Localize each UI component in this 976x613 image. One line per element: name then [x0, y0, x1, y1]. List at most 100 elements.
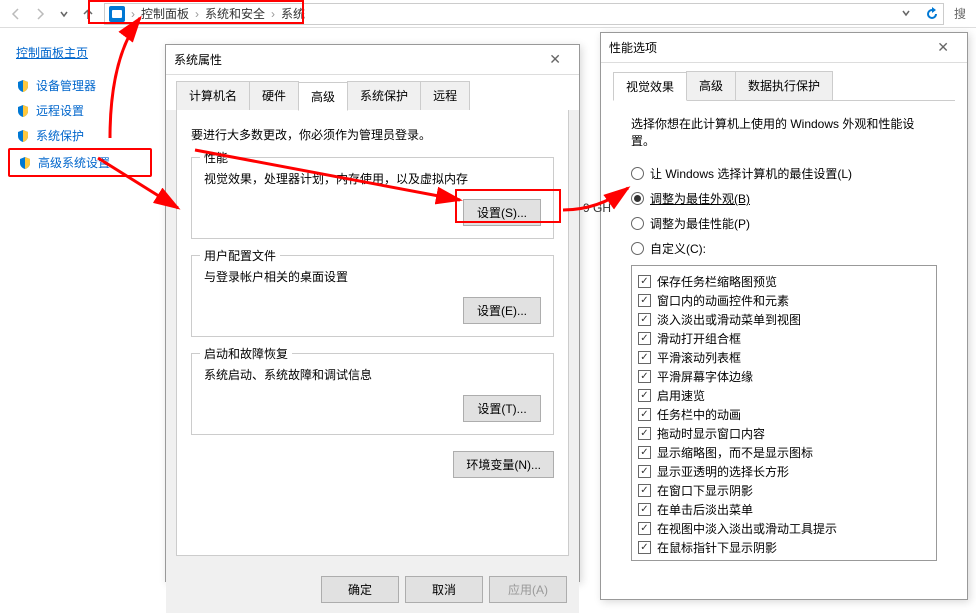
- breadcrumb-dropdown[interactable]: [895, 7, 917, 21]
- sidebar-item-device-manager[interactable]: 设备管理器: [8, 73, 152, 98]
- check-item[interactable]: 保存任务栏缩略图预览: [638, 272, 930, 291]
- user-profiles-settings-button[interactable]: 设置(E)...: [463, 297, 541, 324]
- intro-text: 选择你想在此计算机上使用的 Windows 外观和性能设置。: [631, 115, 937, 149]
- checkbox-icon: [638, 351, 651, 364]
- forward-button[interactable]: [28, 2, 52, 26]
- back-button[interactable]: [4, 2, 28, 26]
- radio-icon: [631, 192, 644, 205]
- up-button[interactable]: [76, 2, 100, 26]
- check-label: 在窗口下显示阴影: [657, 482, 753, 499]
- radio-let-windows-choose[interactable]: 让 Windows 选择计算机的最佳设置(L): [631, 165, 937, 182]
- sidebar: 控制面板主页 设备管理器 远程设置 系统保护 高级系统设置: [0, 28, 160, 189]
- tab-content: 选择你想在此计算机上使用的 Windows 外观和性能设置。 让 Windows…: [613, 100, 955, 575]
- check-item[interactable]: 平滑滚动列表框: [638, 348, 930, 367]
- recent-dropdown[interactable]: [52, 2, 76, 26]
- checkbox-icon: [638, 522, 651, 535]
- close-button[interactable]: ✕: [927, 39, 959, 56]
- check-item[interactable]: 在鼠标指针下显示阴影: [638, 538, 930, 557]
- radio-best-appearance[interactable]: 调整为最佳外观(B): [631, 190, 937, 207]
- environment-variables-button[interactable]: 环境变量(N)...: [453, 451, 554, 478]
- check-item[interactable]: 在桌面上为图标标签使用阴影: [638, 557, 930, 561]
- effects-checklist: 保存任务栏缩略图预览窗口内的动画控件和元素淡入淡出或滑动菜单到视图滑动打开组合框…: [631, 265, 937, 561]
- tab-computer-name[interactable]: 计算机名: [176, 81, 250, 110]
- ok-button[interactable]: 确定: [321, 576, 399, 603]
- tab-dep[interactable]: 数据执行保护: [735, 71, 833, 100]
- check-item[interactable]: 在窗口下显示阴影: [638, 481, 930, 500]
- refresh-button[interactable]: [921, 3, 943, 25]
- group-desc: 系统启动、系统故障和调试信息: [204, 366, 541, 383]
- check-label: 淡入淡出或滑动菜单到视图: [657, 311, 801, 328]
- radio-icon: [631, 217, 644, 230]
- check-item[interactable]: 显示缩略图，而不是显示图标: [638, 443, 930, 462]
- breadcrumb[interactable]: › 控制面板 › 系统和安全 › 系统: [104, 3, 944, 25]
- control-panel-home-link[interactable]: 控制面板主页: [8, 40, 152, 65]
- check-item[interactable]: 在单击后淡出菜单: [638, 500, 930, 519]
- check-label: 保存任务栏缩略图预览: [657, 273, 777, 290]
- checkbox-icon: [638, 313, 651, 326]
- checkbox-icon: [638, 408, 651, 421]
- chevron-right-icon: ›: [129, 7, 137, 21]
- tab-advanced[interactable]: 高级: [298, 82, 348, 111]
- radio-icon: [631, 242, 644, 255]
- check-item[interactable]: 淡入淡出或滑动菜单到视图: [638, 310, 930, 329]
- check-item[interactable]: 平滑屏幕字体边缘: [638, 367, 930, 386]
- sidebar-item-system-protection[interactable]: 系统保护: [8, 123, 152, 148]
- breadcrumb-item[interactable]: 系统和安全: [201, 5, 269, 22]
- intro-text: 要进行大多数更改，你必须作为管理员登录。: [191, 126, 554, 143]
- performance-options-dialog: 性能选项 ✕ 视觉效果 高级 数据执行保护 选择你想在此计算机上使用的 Wind…: [600, 32, 968, 600]
- check-label: 在鼠标指针下显示阴影: [657, 539, 777, 556]
- shield-icon: [16, 79, 30, 93]
- dialog-titlebar: 系统属性 ✕: [166, 45, 579, 75]
- check-item[interactable]: 在视图中淡入淡出或滑动工具提示: [638, 519, 930, 538]
- breadcrumb-item[interactable]: 控制面板: [137, 5, 193, 22]
- checkbox-icon: [638, 465, 651, 478]
- check-item[interactable]: 任务栏中的动画: [638, 405, 930, 424]
- user-profiles-group: 用户配置文件 与登录帐户相关的桌面设置 设置(E)...: [191, 255, 554, 337]
- checkbox-icon: [638, 332, 651, 345]
- sidebar-item-advanced-system-settings[interactable]: 高级系统设置: [8, 148, 152, 177]
- checkbox-icon: [638, 294, 651, 307]
- check-label: 平滑滚动列表框: [657, 349, 741, 366]
- checkbox-icon: [638, 275, 651, 288]
- checkbox-icon: [638, 484, 651, 497]
- group-desc: 与登录帐户相关的桌面设置: [204, 268, 541, 285]
- check-label: 在单击后淡出菜单: [657, 501, 753, 518]
- check-item[interactable]: 显示亚透明的选择长方形: [638, 462, 930, 481]
- check-label: 启用速览: [657, 387, 705, 404]
- checkbox-icon: [638, 427, 651, 440]
- radio-custom[interactable]: 自定义(C):: [631, 240, 937, 257]
- shield-icon: [16, 104, 30, 118]
- startup-recovery-group: 启动和故障恢复 系统启动、系统故障和调试信息 设置(T)...: [191, 353, 554, 435]
- tab-hardware[interactable]: 硬件: [249, 81, 299, 110]
- check-label: 在桌面上为图标标签使用阴影: [657, 558, 813, 561]
- tab-bar: 视觉效果 高级 数据执行保护: [601, 63, 967, 100]
- check-item[interactable]: 启用速览: [638, 386, 930, 405]
- check-item[interactable]: 滑动打开组合框: [638, 329, 930, 348]
- cpu-speed-fragment: 9 GH: [583, 201, 611, 215]
- cancel-button[interactable]: 取消: [405, 576, 483, 603]
- check-label: 拖动时显示窗口内容: [657, 425, 765, 442]
- group-title: 启动和故障恢复: [200, 345, 292, 362]
- tab-remote[interactable]: 远程: [420, 81, 470, 110]
- radio-icon: [631, 167, 644, 180]
- radio-best-performance[interactable]: 调整为最佳性能(P): [631, 215, 937, 232]
- chevron-right-icon: ›: [269, 7, 277, 21]
- tab-system-protection[interactable]: 系统保护: [347, 81, 421, 110]
- close-button[interactable]: ✕: [539, 51, 571, 68]
- check-item[interactable]: 窗口内的动画控件和元素: [638, 291, 930, 310]
- check-item[interactable]: 拖动时显示窗口内容: [638, 424, 930, 443]
- check-label: 平滑屏幕字体边缘: [657, 368, 753, 385]
- checkbox-icon: [638, 560, 651, 561]
- check-label: 显示缩略图，而不是显示图标: [657, 444, 813, 461]
- tab-advanced[interactable]: 高级: [686, 71, 736, 100]
- sidebar-item-remote-settings[interactable]: 远程设置: [8, 98, 152, 123]
- breadcrumb-item[interactable]: 系统: [277, 5, 309, 22]
- checkbox-icon: [638, 389, 651, 402]
- dialog-title-text: 性能选项: [609, 39, 657, 56]
- shield-icon: [16, 129, 30, 143]
- performance-settings-button[interactable]: 设置(S)...: [463, 199, 541, 226]
- search-button[interactable]: 搜: [948, 5, 972, 22]
- startup-settings-button[interactable]: 设置(T)...: [463, 395, 541, 422]
- apply-button[interactable]: 应用(A): [489, 576, 567, 603]
- tab-visual-effects[interactable]: 视觉效果: [613, 72, 687, 101]
